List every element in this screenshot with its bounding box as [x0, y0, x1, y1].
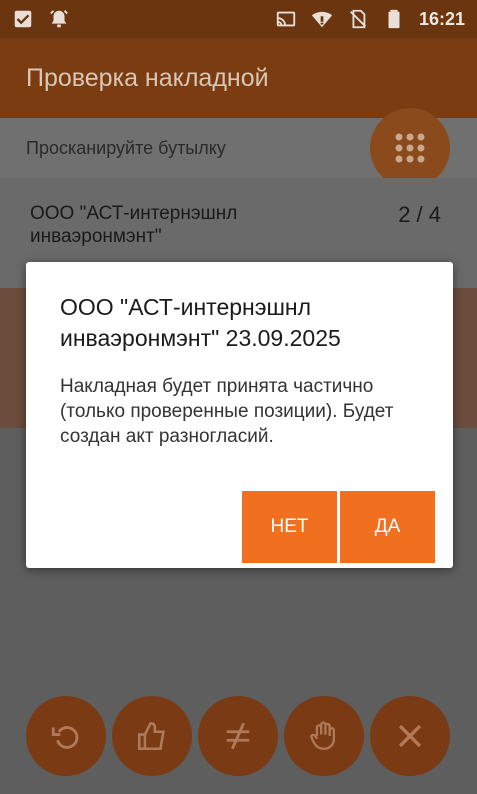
cast-icon — [276, 11, 296, 27]
status-left — [12, 8, 70, 30]
checkbox-icon — [14, 10, 32, 28]
thumbs-up-icon — [137, 721, 165, 751]
cancel-button[interactable] — [370, 696, 450, 776]
undo-button[interactable] — [26, 696, 106, 776]
confirm-dialog: ООО "АСТ-интернэшнл инваэронмэнт" 23.09.… — [26, 262, 453, 568]
keypad-icon — [395, 133, 425, 163]
mismatch-button[interactable] — [198, 696, 278, 776]
hand-stop-icon — [309, 721, 336, 750]
page-title: Проверка накладной — [26, 63, 269, 92]
dialog-actions: НЕТ ДА — [242, 491, 435, 563]
list-item-count: 2 / 4 — [398, 202, 441, 227]
dialog-message: Накладная будет принята частично (только… — [60, 376, 394, 447]
dialog-title: ООО "АСТ-интернэшнл инваэронмэнт" 23.09.… — [60, 294, 341, 351]
status-time: 16:21 — [418, 8, 465, 29]
close-icon — [398, 724, 422, 748]
no-button[interactable]: НЕТ — [242, 491, 337, 563]
no-sim-icon — [349, 9, 366, 29]
status-bar: 16:21 — [0, 0, 477, 38]
stop-button[interactable] — [284, 696, 364, 776]
status-right: 16:21 — [275, 8, 465, 30]
action-buttons — [26, 696, 450, 776]
undo-icon — [51, 726, 79, 749]
battery-icon — [388, 9, 400, 29]
wifi-icon — [311, 11, 333, 28]
accept-button[interactable] — [112, 696, 192, 776]
scan-hint: Просканируйте бутылку — [26, 137, 226, 158]
keypad-button[interactable] — [370, 108, 450, 188]
not-equal-icon — [226, 722, 250, 750]
list-item-name: ООО "АСТ-интернэшнл инваэронмэнт" — [30, 203, 238, 247]
alarm-icon — [50, 10, 68, 28]
yes-button[interactable]: ДА — [340, 491, 435, 563]
app-bar: Проверка накладной — [0, 38, 477, 118]
